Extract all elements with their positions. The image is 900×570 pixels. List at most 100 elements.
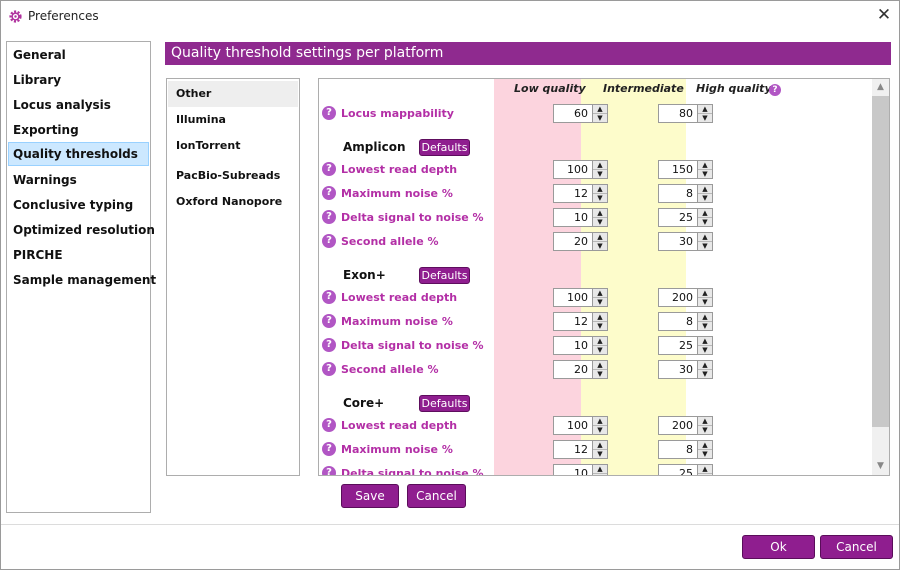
exon-plus-maximum-noise-high-spinner[interactable]: 8 ▲ ▼ <box>658 312 714 331</box>
spinner-value[interactable]: 25 <box>658 208 698 227</box>
scroll-thumb[interactable] <box>872 96 889 427</box>
amplicon-lowest-read-depth-high-spinner[interactable]: 150 ▲ ▼ <box>658 160 714 179</box>
spinner-value[interactable]: 30 <box>658 232 698 251</box>
nav-item-pirche[interactable]: PIRCHE <box>8 243 149 267</box>
spinner-value[interactable]: 8 <box>658 440 698 459</box>
spin-up-icon[interactable]: ▲ <box>593 313 607 322</box>
spin-down-icon[interactable]: ▼ <box>593 322 607 331</box>
exon-plus-delta-signal-high-spinner[interactable]: 25 ▲ ▼ <box>658 336 714 355</box>
spinner-arrows[interactable]: ▲▼ <box>593 440 608 459</box>
nav-item-locus-analysis[interactable]: Locus analysis <box>8 93 149 117</box>
spin-up-icon[interactable]: ▲ <box>698 209 712 218</box>
spin-up-icon[interactable]: ▲ <box>698 337 712 346</box>
spinner-value[interactable]: 20 <box>553 232 593 251</box>
spin-down-icon[interactable]: ▼ <box>698 322 712 331</box>
spinner-arrows[interactable]: ▲▼ <box>698 288 713 307</box>
spin-up-icon[interactable]: ▲ <box>593 209 607 218</box>
spin-up-icon[interactable]: ▲ <box>593 233 607 242</box>
core-plus-maximum-noise-low-spinner[interactable]: 12 ▲ ▼ <box>553 440 609 459</box>
spin-down-icon[interactable]: ▼ <box>593 194 607 203</box>
spin-down-icon[interactable]: ▼ <box>698 170 712 179</box>
scroll-down-icon[interactable]: ▼ <box>872 458 889 475</box>
spin-down-icon[interactable]: ▼ <box>698 474 712 475</box>
spinner-arrows[interactable]: ▲▼ <box>593 160 608 179</box>
spin-down-icon[interactable]: ▼ <box>593 474 607 475</box>
spinner-arrows[interactable]: ▲▼ <box>698 440 713 459</box>
core-plus-defaults-button[interactable]: Defaults <box>419 395 470 412</box>
help-icon[interactable]: ? <box>322 466 336 475</box>
nav-item-sample-management[interactable]: Sample management <box>8 268 156 292</box>
spinner-arrows[interactable]: ▲▼ <box>698 208 713 227</box>
spin-down-icon[interactable]: ▼ <box>698 426 712 435</box>
spinner-arrows[interactable]: ▲▼ <box>698 336 713 355</box>
spinner-value[interactable]: 12 <box>553 440 593 459</box>
spin-down-icon[interactable]: ▼ <box>698 346 712 355</box>
spin-down-icon[interactable]: ▼ <box>698 298 712 307</box>
amplicon-delta-signal-high-spinner[interactable]: 25 ▲ ▼ <box>658 208 714 227</box>
spin-up-icon[interactable]: ▲ <box>698 185 712 194</box>
spin-down-icon[interactable]: ▼ <box>593 426 607 435</box>
spinner-arrows[interactable]: ▲▼ <box>698 416 713 435</box>
help-icon[interactable]: ? <box>322 442 336 456</box>
help-icon[interactable]: ? <box>322 314 336 328</box>
vertical-scrollbar[interactable]: ▲ ▼ <box>872 79 889 475</box>
help-icon[interactable]: ? <box>322 338 336 352</box>
help-icon[interactable]: ? <box>769 84 781 96</box>
exon-plus-second-allele-low-spinner[interactable]: 20 ▲ ▼ <box>553 360 609 379</box>
spin-up-icon[interactable]: ▲ <box>698 289 712 298</box>
amplicon-second-allele-high-spinner[interactable]: 30 ▲ ▼ <box>658 232 714 251</box>
spinner-value[interactable]: 12 <box>553 312 593 331</box>
spin-up-icon[interactable]: ▲ <box>593 337 607 346</box>
amplicon-maximum-noise-high-spinner[interactable]: 8 ▲ ▼ <box>658 184 714 203</box>
amplicon-lowest-read-depth-low-spinner[interactable]: 100 ▲ ▼ <box>553 160 609 179</box>
amplicon-second-allele-low-spinner[interactable]: 20 ▲ ▼ <box>553 232 609 251</box>
help-icon[interactable]: ? <box>322 234 336 248</box>
spinner-value[interactable]: 100 <box>553 160 593 179</box>
amplicon-defaults-button[interactable]: Defaults <box>419 139 470 156</box>
nav-item-quality-thresholds[interactable]: Quality thresholds <box>8 142 149 166</box>
spinner-value[interactable]: 20 <box>553 360 593 379</box>
close-icon[interactable]: ✕ <box>874 5 894 25</box>
save-button[interactable]: Save <box>341 484 399 508</box>
spin-down-icon[interactable]: ▼ <box>698 370 712 379</box>
help-icon[interactable]: ? <box>322 186 336 200</box>
spin-up-icon[interactable]: ▲ <box>593 105 607 114</box>
core-plus-maximum-noise-high-spinner[interactable]: 8 ▲ ▼ <box>658 440 714 459</box>
core-plus-lowest-read-depth-high-spinner[interactable]: 200 ▲ ▼ <box>658 416 714 435</box>
spinner-arrows[interactable]: ▲ ▼ <box>593 104 608 123</box>
spin-up-icon[interactable]: ▲ <box>698 441 712 450</box>
help-icon[interactable]: ? <box>322 106 336 120</box>
platform-item-oxford-nanopore[interactable]: Oxford Nanopore <box>168 189 298 215</box>
spinner-arrows[interactable]: ▲▼ <box>698 232 713 251</box>
spin-down-icon[interactable]: ▼ <box>698 450 712 459</box>
spinner-arrows[interactable]: ▲▼ <box>593 288 608 307</box>
spinner-arrows[interactable]: ▲▼ <box>593 208 608 227</box>
nav-item-exporting[interactable]: Exporting <box>8 118 149 142</box>
panel-cancel-button[interactable]: Cancel <box>407 484 466 508</box>
spin-down-icon[interactable]: ▼ <box>698 242 712 251</box>
spinner-value[interactable]: 200 <box>658 288 698 307</box>
spinner-value[interactable]: 25 <box>658 464 698 475</box>
dialog-cancel-button[interactable]: Cancel <box>820 535 893 559</box>
spinner-arrows[interactable]: ▲▼ <box>593 312 608 331</box>
spin-down-icon[interactable]: ▼ <box>593 298 607 307</box>
nav-item-optimized-resolution[interactable]: Optimized resolution <box>8 218 155 242</box>
amplicon-delta-signal-low-spinner[interactable]: 10 ▲ ▼ <box>553 208 609 227</box>
spinner-arrows[interactable]: ▲▼ <box>698 160 713 179</box>
exon-plus-lowest-read-depth-low-spinner[interactable]: 100 ▲ ▼ <box>553 288 609 307</box>
nav-item-library[interactable]: Library <box>8 68 149 92</box>
spin-up-icon[interactable]: ▲ <box>698 465 712 474</box>
spinner-value[interactable]: 8 <box>658 184 698 203</box>
help-icon[interactable]: ? <box>322 418 336 432</box>
locus-mappability-high-spinner[interactable]: 80 ▲ ▼ <box>658 104 714 123</box>
spin-up-icon[interactable]: ▲ <box>593 361 607 370</box>
help-icon[interactable]: ? <box>322 290 336 304</box>
nav-item-warnings[interactable]: Warnings <box>8 168 149 192</box>
spin-up-icon[interactable]: ▲ <box>593 465 607 474</box>
spinner-arrows[interactable]: ▲▼ <box>593 184 608 203</box>
nav-item-general[interactable]: General <box>8 43 149 67</box>
spinner-value[interactable]: 12 <box>553 184 593 203</box>
spin-down-icon[interactable]: ▼ <box>593 114 607 123</box>
spinner-value[interactable]: 100 <box>553 416 593 435</box>
spinner-arrows[interactable]: ▲▼ <box>698 464 713 475</box>
